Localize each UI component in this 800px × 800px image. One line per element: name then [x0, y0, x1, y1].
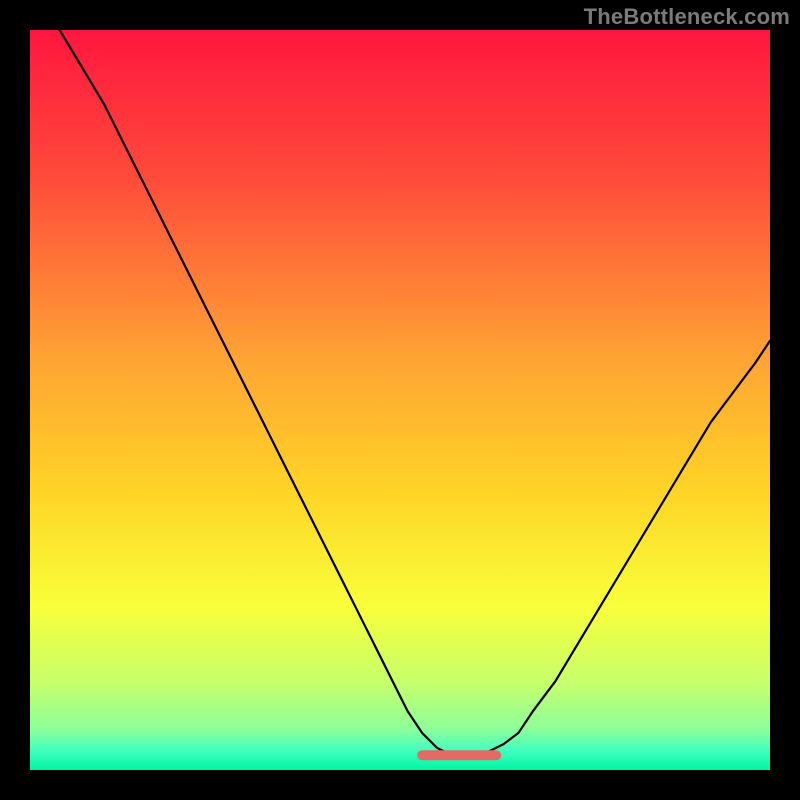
gradient-background: [30, 30, 770, 770]
chart-svg: [30, 30, 770, 770]
chart-frame: TheBottleneck.com: [0, 0, 800, 800]
watermark-text: TheBottleneck.com: [584, 4, 790, 30]
plot-area: [30, 30, 770, 770]
